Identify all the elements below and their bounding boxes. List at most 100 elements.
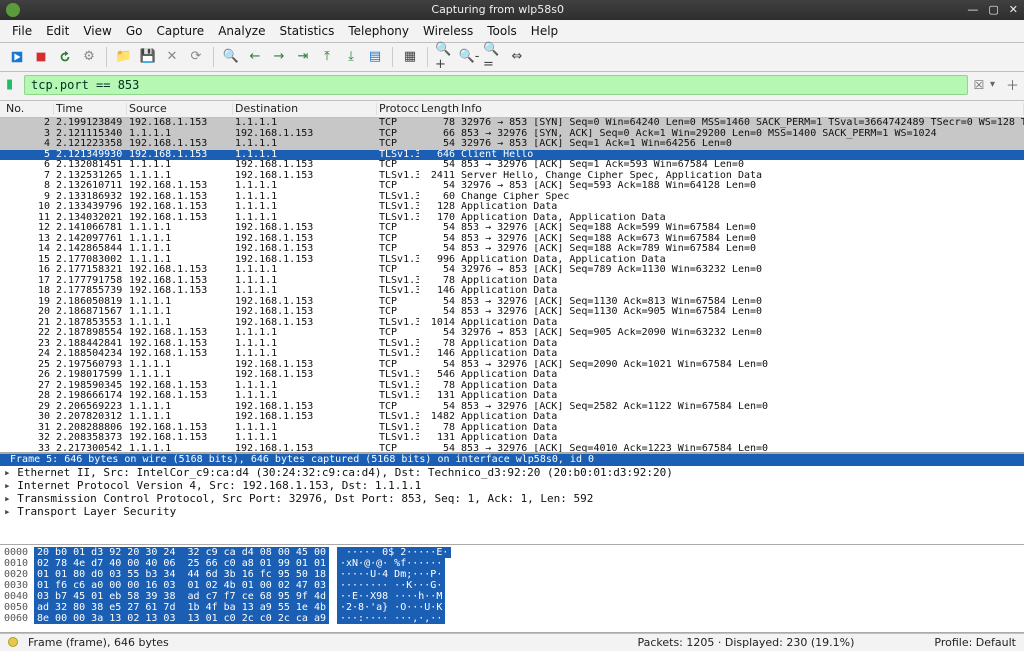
start-capture-icon[interactable] bbox=[6, 46, 28, 68]
menu-go[interactable]: Go bbox=[120, 22, 149, 40]
add-filter-button-icon[interactable]: ＋ bbox=[1006, 75, 1018, 94]
packet-details-tree[interactable]: Frame 5: 646 bytes on wire (5168 bits), … bbox=[0, 453, 1024, 545]
go-forward-icon[interactable]: → bbox=[268, 46, 290, 68]
packet-row[interactable]: 192.1860508191.1.1.1192.168.1.153TCP5485… bbox=[0, 297, 1024, 308]
clear-filter-icon[interactable]: ☒ bbox=[972, 78, 986, 92]
packet-row[interactable]: 282.198666174192.168.1.1531.1.1.1TLSv1.3… bbox=[0, 391, 1024, 402]
packet-row[interactable]: 302.2078203121.1.1.1192.168.1.153TLSv1.3… bbox=[0, 412, 1024, 423]
packet-row[interactable]: 262.1980175991.1.1.1192.168.1.153TLSv1.3… bbox=[0, 370, 1024, 381]
bookmark-filter-icon[interactable]: ▮ bbox=[6, 77, 20, 92]
menu-wireless[interactable]: Wireless bbox=[417, 22, 479, 40]
stop-capture-icon[interactable] bbox=[30, 46, 52, 68]
menu-analyze[interactable]: Analyze bbox=[212, 22, 271, 40]
packet-row[interactable]: 102.133439796192.168.1.1531.1.1.1TLSv1.3… bbox=[0, 202, 1024, 213]
packet-row[interactable]: 212.1878535531.1.1.1192.168.1.153TLSv1.3… bbox=[0, 318, 1024, 329]
menu-view[interactable]: View bbox=[77, 22, 117, 40]
packet-row[interactable]: 32.1211153401.1.1.1192.168.1.153TCP66853… bbox=[0, 129, 1024, 140]
save-file-icon[interactable]: 💾 bbox=[137, 46, 159, 68]
packet-row[interactable]: 202.1868715671.1.1.1192.168.1.153TCP5485… bbox=[0, 307, 1024, 318]
packet-row[interactable]: 112.134032021192.168.1.1531.1.1.1TLSv1.3… bbox=[0, 213, 1024, 224]
main-toolbar: ⚙ 📁 💾 ✕ ⟳ 🔍 ← → ⇥ ⤒ ⤓ ▤ ▦ 🔍+ 🔍- 🔍= ⇔ bbox=[0, 43, 1024, 72]
menu-tools[interactable]: Tools bbox=[481, 22, 523, 40]
packet-row[interactable]: 312.208288806192.168.1.1531.1.1.1TLSv1.3… bbox=[0, 423, 1024, 434]
capture-options-icon[interactable]: ⚙ bbox=[78, 46, 100, 68]
tree-tcp[interactable]: Transmission Control Protocol, Src Port:… bbox=[0, 492, 1024, 505]
display-filter-input[interactable] bbox=[24, 75, 968, 95]
hex-line[interactable]: 000020 b0 01 d3 92 20 30 24 32 c9 ca d4 … bbox=[4, 547, 1020, 558]
packet-bytes-hex[interactable]: 000020 b0 01 d3 92 20 30 24 32 c9 ca d4 … bbox=[0, 545, 1024, 633]
colorize-icon[interactable]: ▦ bbox=[399, 46, 421, 68]
window-title: Capturing from wlp58s0 bbox=[28, 3, 967, 16]
packet-row[interactable]: 22.199123849192.168.1.1531.1.1.1TCP78329… bbox=[0, 118, 1024, 129]
col-destination[interactable]: Destination bbox=[233, 103, 377, 116]
display-filter-bar: ▮ ☒ ▾ ＋ bbox=[0, 72, 1024, 101]
packet-row[interactable]: 232.188442841192.168.1.1531.1.1.1TLSv1.3… bbox=[0, 339, 1024, 350]
filter-history-icon[interactable]: ▾ bbox=[990, 79, 1002, 90]
packet-row[interactable]: 322.208358373192.168.1.1531.1.1.1TLSv1.3… bbox=[0, 433, 1024, 444]
menu-telephony[interactable]: Telephony bbox=[342, 22, 415, 40]
tree-ipv4[interactable]: Internet Protocol Version 4, Src: 192.16… bbox=[0, 479, 1024, 492]
packet-row[interactable]: 52.121349930192.168.1.1531.1.1.1TLSv1.36… bbox=[0, 150, 1024, 161]
packet-row[interactable]: 152.1770830021.1.1.1192.168.1.153TLSv1.3… bbox=[0, 255, 1024, 266]
hex-line[interactable]: 002001 01 80 d0 03 55 b3 34 44 6d 3b 16 … bbox=[4, 569, 1020, 580]
status-left: Frame (frame), 646 bytes bbox=[28, 636, 169, 649]
minimize-button[interactable]: — bbox=[967, 3, 978, 16]
col-source[interactable]: Source bbox=[127, 103, 233, 116]
col-no[interactable]: No. bbox=[4, 103, 54, 116]
hex-line[interactable]: 003001 f6 c6 a0 00 00 16 03 01 02 4b 01 … bbox=[4, 580, 1020, 591]
menu-statistics[interactable]: Statistics bbox=[273, 22, 340, 40]
menu-edit[interactable]: Edit bbox=[40, 22, 75, 40]
go-first-icon[interactable]: ⤒ bbox=[316, 46, 338, 68]
packet-row[interactable]: 82.132610711192.168.1.1531.1.1.1TCP54329… bbox=[0, 181, 1024, 192]
status-profile[interactable]: Profile: Default bbox=[934, 636, 1016, 649]
close-file-icon[interactable]: ✕ bbox=[161, 46, 183, 68]
resize-columns-icon[interactable]: ⇔ bbox=[506, 46, 528, 68]
packet-row[interactable]: 62.1320814511.1.1.1192.168.1.153TCP54853… bbox=[0, 160, 1024, 171]
packet-row[interactable]: 142.1428658441.1.1.1192.168.1.153TCP5485… bbox=[0, 244, 1024, 255]
zoom-in-icon[interactable]: 🔍+ bbox=[434, 46, 456, 68]
col-length[interactable]: Length bbox=[419, 103, 459, 116]
packet-row[interactable]: 182.177855739192.168.1.1531.1.1.1TLSv1.3… bbox=[0, 286, 1024, 297]
packet-row[interactable]: 222.187898554192.168.1.1531.1.1.1TCP5432… bbox=[0, 328, 1024, 339]
zoom-out-icon[interactable]: 🔍- bbox=[458, 46, 480, 68]
packet-row[interactable]: 292.2065692231.1.1.1192.168.1.153TCP5485… bbox=[0, 402, 1024, 413]
packet-row[interactable]: 162.177158321192.168.1.1531.1.1.1TCP5432… bbox=[0, 265, 1024, 276]
col-time[interactable]: Time bbox=[54, 103, 127, 116]
expert-info-icon[interactable] bbox=[8, 637, 18, 647]
packet-row[interactable]: 242.188504234192.168.1.1531.1.1.1TLSv1.3… bbox=[0, 349, 1024, 360]
packet-row[interactable]: 72.1325312651.1.1.1192.168.1.153TLSv1.32… bbox=[0, 171, 1024, 182]
menu-file[interactable]: File bbox=[6, 22, 38, 40]
packet-list[interactable]: No. Time Source Destination Protocol Len… bbox=[0, 101, 1024, 453]
zoom-reset-icon[interactable]: 🔍= bbox=[482, 46, 504, 68]
hex-line[interactable]: 0050ad 32 80 38 e5 27 61 7d 1b 4f ba 13 … bbox=[4, 602, 1020, 613]
menu-capture[interactable]: Capture bbox=[150, 22, 210, 40]
tree-ethernet[interactable]: Ethernet II, Src: IntelCor_c9:ca:d4 (30:… bbox=[0, 466, 1024, 479]
open-file-icon[interactable]: 📁 bbox=[113, 46, 135, 68]
tree-frame-summary[interactable]: Frame 5: 646 bytes on wire (5168 bits), … bbox=[0, 454, 1024, 466]
tree-tls[interactable]: Transport Layer Security bbox=[0, 505, 1024, 518]
hex-line[interactable]: 004003 b7 45 01 eb 58 39 38 ad c7 f7 ce … bbox=[4, 591, 1020, 602]
packet-row[interactable]: 272.198590345192.168.1.1531.1.1.1TLSv1.3… bbox=[0, 381, 1024, 392]
packet-row[interactable]: 122.1410667811.1.1.1192.168.1.153TCP5485… bbox=[0, 223, 1024, 234]
go-back-icon[interactable]: ← bbox=[244, 46, 266, 68]
go-to-packet-icon[interactable]: ⇥ bbox=[292, 46, 314, 68]
go-last-icon[interactable]: ⤓ bbox=[340, 46, 362, 68]
find-packet-icon[interactable]: 🔍 bbox=[220, 46, 242, 68]
packet-row[interactable]: 172.177791758192.168.1.1531.1.1.1TLSv1.3… bbox=[0, 276, 1024, 287]
autoscroll-icon[interactable]: ▤ bbox=[364, 46, 386, 68]
col-protocol[interactable]: Protocol bbox=[377, 103, 419, 116]
maximize-button[interactable]: ▢ bbox=[988, 3, 998, 16]
packet-row[interactable]: 332.2173005421.1.1.1192.168.1.153TCP5485… bbox=[0, 444, 1024, 453]
reload-icon[interactable]: ⟳ bbox=[185, 46, 207, 68]
restart-capture-icon[interactable] bbox=[54, 46, 76, 68]
packet-list-header[interactable]: No. Time Source Destination Protocol Len… bbox=[0, 101, 1024, 119]
hex-line[interactable]: 00608e 00 00 3a 13 02 13 03 13 01 c0 2c … bbox=[4, 613, 1020, 624]
packet-row[interactable]: 252.1975607931.1.1.1192.168.1.153TCP5485… bbox=[0, 360, 1024, 371]
menu-help[interactable]: Help bbox=[525, 22, 564, 40]
close-button[interactable]: ✕ bbox=[1009, 3, 1018, 16]
packet-row[interactable]: 42.121223358192.168.1.1531.1.1.1TCP54329… bbox=[0, 139, 1024, 150]
hex-line[interactable]: 001002 78 4e d7 40 00 40 06 25 66 c0 a8 … bbox=[4, 558, 1020, 569]
packet-row[interactable]: 92.133186932192.168.1.1531.1.1.1TLSv1.36… bbox=[0, 192, 1024, 203]
col-info[interactable]: Info bbox=[459, 103, 1024, 116]
packet-row[interactable]: 132.1420977611.1.1.1192.168.1.153TCP5485… bbox=[0, 234, 1024, 245]
